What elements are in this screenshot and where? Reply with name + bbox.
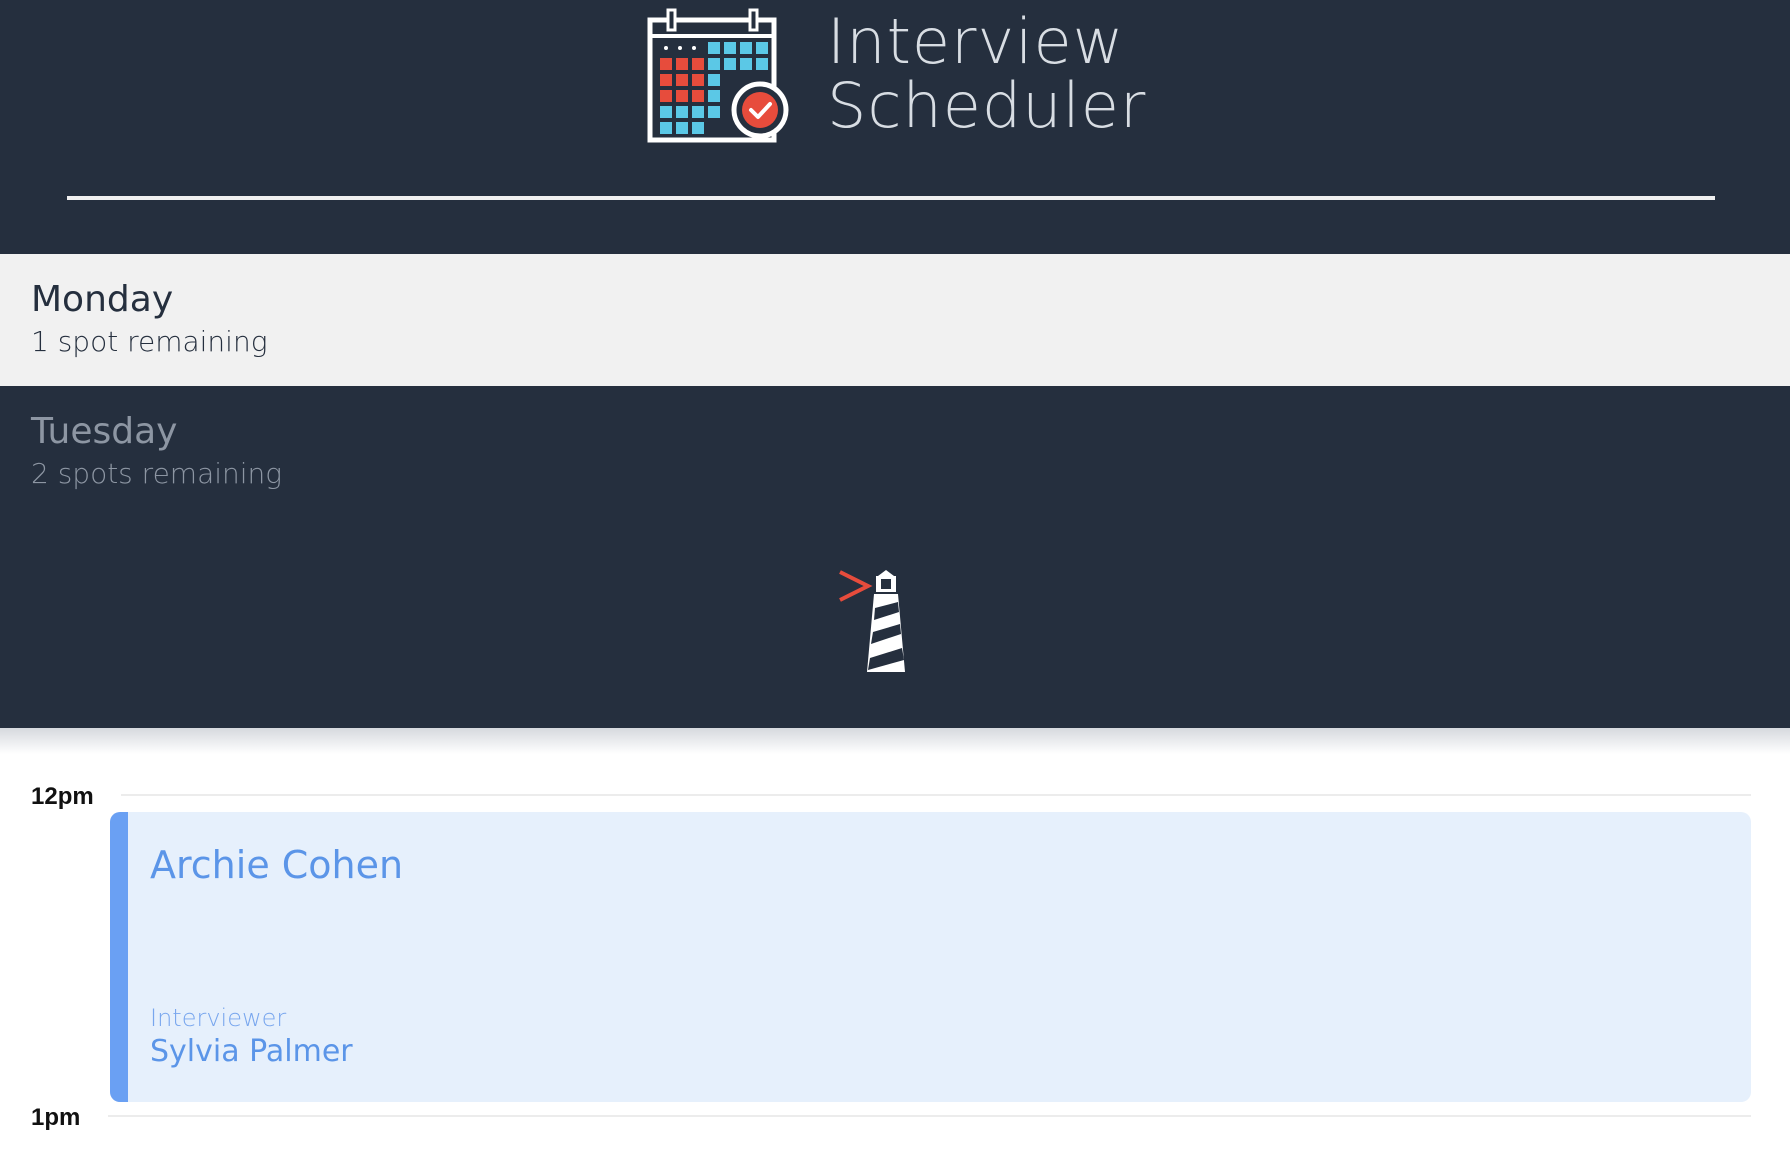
day-spots-remaining: 2 spots remaining [31, 457, 283, 490]
time-label: 1pm [31, 1104, 81, 1131]
time-label: 12pm [31, 783, 94, 810]
day-name: Monday [31, 279, 174, 320]
app-logo: Interview Scheduler [646, 6, 1146, 146]
lighthouse-icon [839, 570, 905, 672]
interviewer-name: Sylvia Palmer [150, 1034, 353, 1069]
student-name: Archie Cohen [150, 843, 404, 887]
interviewer-label: Interviewer [150, 1004, 287, 1032]
time-divider [121, 794, 1751, 796]
appointment-card[interactable]: Archie Cohen Interviewer Sylvia Palmer [110, 812, 1751, 1102]
calendar-check-icon [647, 8, 789, 143]
time-divider [108, 1115, 1751, 1117]
app-title: Interview Scheduler [827, 10, 1146, 138]
appointment-accent-bar [110, 812, 128, 1102]
app-title-line1: Interview [827, 5, 1125, 78]
header-divider [67, 196, 1715, 200]
day-spots-remaining: 1 spot remaining [31, 325, 268, 358]
day-list-shadow [0, 728, 1790, 754]
day-item-tuesday[interactable]: Tuesday 2 spots remaining [0, 386, 1790, 728]
day-name: Tuesday [31, 411, 178, 452]
app-title-line2: Scheduler [827, 69, 1147, 142]
day-item-monday[interactable]: Monday 1 spot remaining [0, 254, 1790, 386]
app-header: Interview Scheduler [0, 0, 1790, 254]
